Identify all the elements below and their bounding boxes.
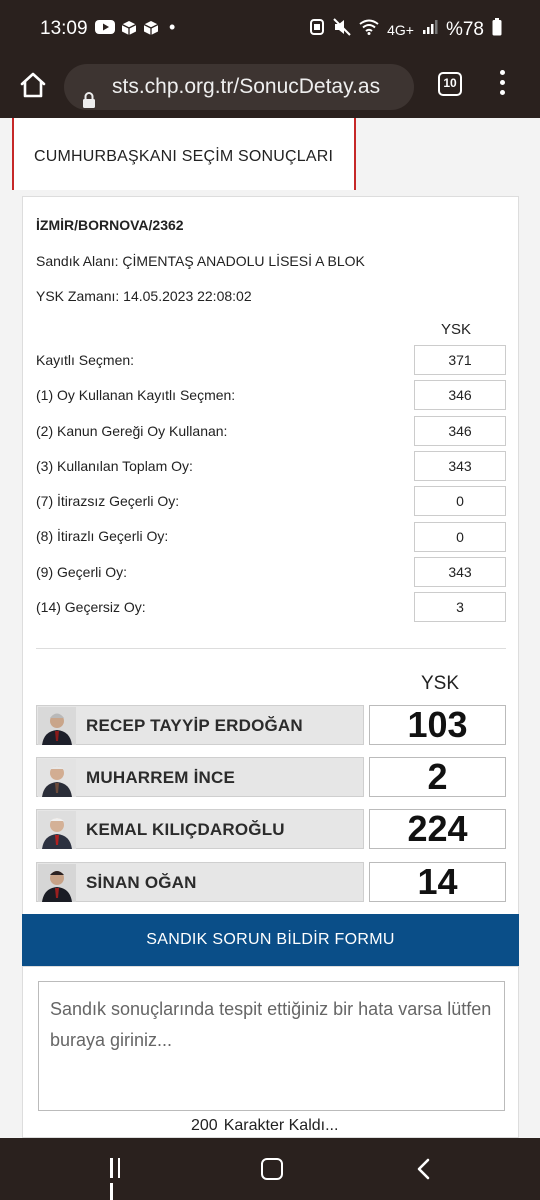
url-text: sts.chp.org.tr/SonucDetay.as xyxy=(112,75,381,98)
system-nav-bar xyxy=(0,1138,540,1200)
ysk-time-label: YSK Zamanı: xyxy=(36,288,120,304)
signal-icon xyxy=(422,19,438,41)
stat-label: (1) Oy Kullanan Kayıtlı Seçmen: xyxy=(36,387,236,403)
candidate-name-box: KEMAL KILIÇDAROĞLU xyxy=(36,809,364,849)
notification-icons: • xyxy=(95,17,176,39)
browser-toolbar: sts.chp.org.tr/SonucDetay.as 10 xyxy=(0,58,540,118)
home-nav-icon[interactable] xyxy=(261,1158,283,1180)
stat-value: 346 xyxy=(414,416,506,446)
mute-icon xyxy=(333,18,351,42)
candidate-row: KEMAL KILIÇDAROĞLU 224 xyxy=(36,809,506,849)
candidate-photo xyxy=(38,759,76,797)
package-icon xyxy=(121,20,137,39)
candidate-name-box: MUHARREM İNCE xyxy=(36,757,364,797)
stat-value: 343 xyxy=(414,557,506,587)
youtube-icon xyxy=(95,20,115,39)
stat-value: 346 xyxy=(414,380,506,410)
package-icon xyxy=(143,20,159,39)
candidate-photo xyxy=(38,707,76,745)
stat-label: (7) İtirazsız Geçerli Oy: xyxy=(36,493,180,509)
chars-label: Karakter Kaldı... xyxy=(223,1117,339,1134)
divider xyxy=(36,648,506,649)
candidate-name: RECEP TAYYİP ERDOĞAN xyxy=(86,716,303,735)
ballot-code: İZMİR/BORNOVA/2362 xyxy=(36,217,184,233)
back-icon[interactable] xyxy=(416,1158,432,1180)
candidate-name: KEMAL KILIÇDAROĞLU xyxy=(86,820,285,839)
stat-label: (9) Geçerli Oy: xyxy=(36,564,128,580)
report-form: Sandık sonuçlarında tespit ettiğiniz bir… xyxy=(22,966,519,1138)
candidate-name-box: RECEP TAYYİP ERDOĞAN xyxy=(36,705,364,745)
page-header: CUMHURBAŞKANI SEÇİM SONUÇLARI xyxy=(12,118,356,190)
stat-label: Kayıtlı Seçmen: xyxy=(36,352,135,368)
candidate-name: SİNAN OĞAN xyxy=(86,873,197,892)
candidate-votes: 103 xyxy=(369,705,506,745)
page-content: CUMHURBAŞKANI SEÇİM SONUÇLARI İZMİR/BORN… xyxy=(0,118,540,1138)
report-textarea[interactable]: Sandık sonuçlarında tespit ettiğiniz bir… xyxy=(38,981,505,1111)
chars-remaining: 200 xyxy=(191,1117,218,1134)
candidate-votes: 14 xyxy=(369,862,506,902)
results-card: İZMİR/BORNOVA/2362 Sandık Alanı: ÇİMENTA… xyxy=(22,196,519,956)
dot-icon: • xyxy=(169,17,176,37)
stats-column-header: YSK xyxy=(441,321,472,338)
home-icon[interactable] xyxy=(18,70,48,100)
overflow-menu-icon[interactable] xyxy=(498,70,508,100)
stat-label: (8) İtirazlı Geçerli Oy: xyxy=(36,528,169,544)
stat-label: (3) Kullanılan Toplam Oy: xyxy=(36,458,193,474)
stat-label: (2) Kanun Gereği Oy Kullanan: xyxy=(36,423,228,439)
alarm-icon xyxy=(309,18,325,42)
candidate-row: RECEP TAYYİP ERDOĞAN 103 xyxy=(36,705,506,745)
battery-percent: %78 xyxy=(445,19,484,40)
candidate-row: MUHARREM İNCE 2 xyxy=(36,757,506,797)
candidate-name-box: SİNAN OĞAN xyxy=(36,862,364,902)
candidate-photo xyxy=(38,811,76,849)
stat-value: 371 xyxy=(414,345,506,375)
stat-value: 0 xyxy=(414,522,506,552)
status-bar: 13:09 • 4G+ %78 xyxy=(0,0,540,58)
page-title: CUMHURBAŞKANI SEÇİM SONUÇLARI xyxy=(34,148,334,165)
status-time: 13:09 xyxy=(40,18,88,39)
battery-icon xyxy=(492,18,502,42)
candidate-votes: 2 xyxy=(369,757,506,797)
tab-switcher-button[interactable]: 10 xyxy=(438,72,462,96)
candidates-column-header: YSK xyxy=(421,673,460,694)
wifi-icon xyxy=(359,19,379,41)
address-bar[interactable]: sts.chp.org.tr/SonucDetay.as xyxy=(64,64,414,110)
status-right: 4G+ %78 xyxy=(309,18,502,42)
report-form-header: SANDIK SORUN BİLDİR FORMU xyxy=(22,914,519,966)
char-counter: 200 Karakter Kaldı... xyxy=(191,1117,344,1135)
network-label: 4G+ xyxy=(387,22,414,38)
stat-value: 3 xyxy=(414,592,506,622)
stat-value: 0 xyxy=(414,486,506,516)
location-line: Sandık Alanı: ÇİMENTAŞ ANADOLU LİSESİ A … xyxy=(36,253,365,269)
candidate-photo xyxy=(38,864,76,902)
ysk-time-line: YSK Zamanı: 14.05.2023 22:08:02 xyxy=(36,288,252,304)
location-label: Sandık Alanı: xyxy=(36,253,119,269)
stat-value: 343 xyxy=(414,451,506,481)
candidate-row: SİNAN OĞAN 14 xyxy=(36,862,506,902)
candidate-name: MUHARREM İNCE xyxy=(86,768,235,787)
candidate-votes: 224 xyxy=(369,809,506,849)
ysk-time-value: 14.05.2023 22:08:02 xyxy=(123,288,252,304)
lock-icon xyxy=(82,79,96,108)
stat-label: (14) Geçersiz Oy: xyxy=(36,599,146,615)
recent-apps-icon[interactable] xyxy=(110,1158,132,1200)
location-value: ÇİMENTAŞ ANADOLU LİSESİ A BLOK xyxy=(122,253,365,269)
